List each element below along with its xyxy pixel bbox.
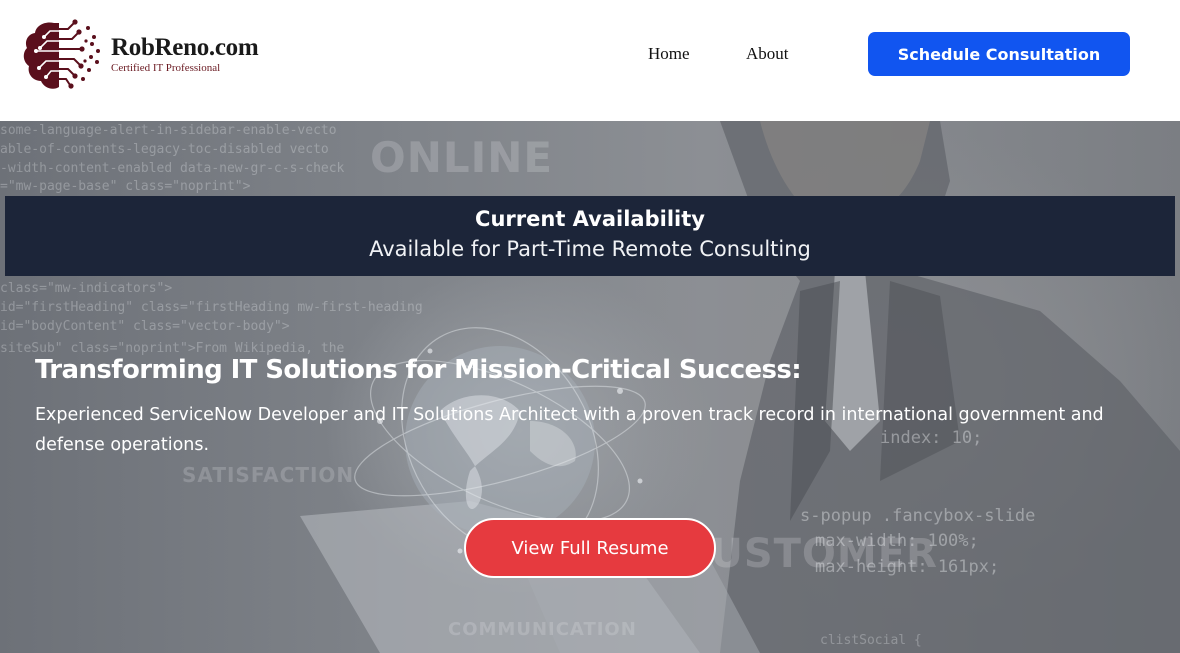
hero-heading: Transforming IT Solutions for Mission-Cr… <box>35 355 802 385</box>
brain-circuit-icon <box>23 19 100 89</box>
site-logo[interactable]: RobReno.com Certified IT Professional <box>22 17 282 93</box>
logo-title: RobReno.com <box>111 34 259 61</box>
schedule-consultation-button[interactable]: Schedule Consultation <box>868 32 1130 76</box>
logo-subtitle: Certified IT Professional <box>111 62 221 74</box>
site-header: RobReno.com Certified IT Professional Ho… <box>0 0 1180 121</box>
view-resume-button[interactable]: View Full Resume <box>464 518 716 578</box>
nav-about-link[interactable]: About <box>746 44 789 64</box>
availability-text: Available for Part-Time Remote Consultin… <box>369 237 811 261</box>
nav-home-link[interactable]: Home <box>648 44 690 64</box>
availability-banner: Current Availability Available for Part-… <box>5 196 1175 276</box>
hero-section: some-language-alert-in-sidebar-enable-ve… <box>0 121 1180 653</box>
availability-title: Current Availability <box>475 207 705 231</box>
hero-description: Experienced ServiceNow Developer and IT … <box>35 405 1104 455</box>
